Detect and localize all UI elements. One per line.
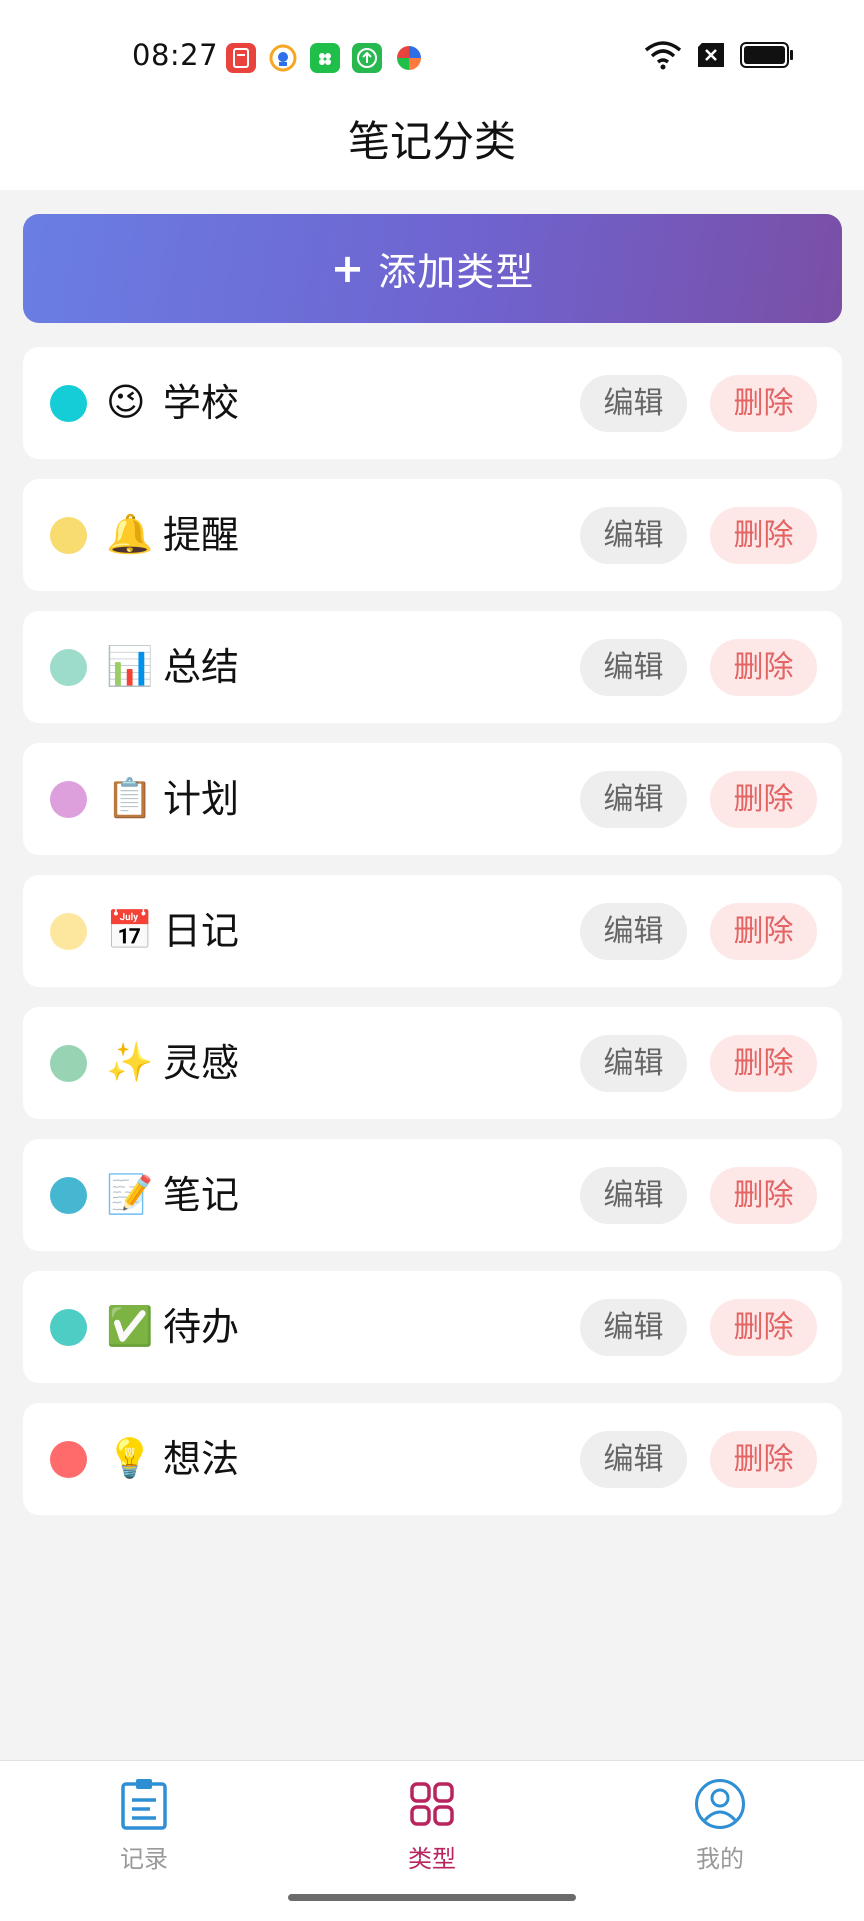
category-emoji-icon: 💡 [106,1436,154,1480]
delete-button[interactable]: 删除 [710,1431,817,1488]
category-name: 灵感 [163,1041,240,1085]
category-color-dot [50,385,87,422]
clipboard-icon [121,1779,167,1830]
category-color-dot [50,781,87,818]
delete-button[interactable]: 删除 [710,507,817,564]
battery-icon [740,42,793,68]
category-card: 💡 想法 编辑 删除 [23,1403,842,1515]
category-emoji-icon: 🔔 [106,512,154,556]
tab-records[interactable]: 记录 [44,1761,244,1901]
category-name: 学校 [163,381,240,425]
delete-button[interactable]: 删除 [710,1035,817,1092]
red-app-icon [226,43,256,73]
category-emoji-icon: ✨ [106,1040,154,1084]
category-emoji-icon: ✅ [106,1304,154,1348]
status-bar: 08:27 [0,0,864,115]
category-card: 📋 计划 编辑 删除 [23,743,842,855]
green-upload-app-icon [352,43,382,73]
category-emoji-icon: 😉 [106,380,146,424]
status-icons [644,40,794,70]
category-emoji-icon: 📋 [106,776,154,820]
category-name: 总结 [163,645,240,689]
edit-button[interactable]: 编辑 [580,1299,687,1356]
category-name: 计划 [163,777,240,821]
grid-icon [410,1782,454,1826]
category-card: ✅ 待办 编辑 删除 [23,1271,842,1383]
category-card: 🔔 提醒 编辑 删除 [23,479,842,591]
category-card: 😉 学校 编辑 删除 [23,347,842,459]
category-name: 待办 [163,1305,240,1349]
category-color-dot [50,1309,87,1346]
category-color-dot [50,517,87,554]
category-color-dot [50,649,87,686]
edit-button[interactable]: 编辑 [580,1035,687,1092]
delete-button[interactable]: 删除 [710,903,817,960]
sim-x-icon [698,43,724,67]
edit-button[interactable]: 编辑 [580,1167,687,1224]
green-shop-app-icon [310,43,340,73]
page-title: 笔记分类 [347,117,516,166]
plus-icon: + [330,245,365,292]
add-type-button[interactable]: + 添加类型 [23,214,842,323]
colorful-pinwheel-icon [394,43,424,73]
category-card: 📝 笔记 编辑 删除 [23,1139,842,1251]
category-list: 😉 学校 编辑 删除 🔔 提醒 编辑 删除 📊 总结 编辑 删除 📋 计划 编辑 删除 📅 日记 编辑 删除 ✨ 灵感 编辑… [23,347,842,1535]
home-indicator [288,1894,576,1901]
add-type-label: 添加类型 [378,250,535,294]
category-name: 想法 [163,1437,240,1481]
category-color-dot [50,913,87,950]
category-name: 笔记 [163,1173,240,1217]
category-emoji-icon: 📝 [106,1172,154,1216]
category-emoji-icon: 📅 [106,908,154,952]
category-color-dot [50,1177,87,1214]
category-name: 日记 [163,909,240,953]
edit-button[interactable]: 编辑 [580,507,687,564]
user-icon [695,1779,745,1829]
edit-button[interactable]: 编辑 [580,375,687,432]
delete-button[interactable]: 删除 [710,1167,817,1224]
delete-button[interactable]: 删除 [710,1299,817,1356]
category-card: ✨ 灵感 编辑 删除 [23,1007,842,1119]
tab-records-label: 记录 [120,1845,168,1873]
tab-types-label: 类型 [408,1845,456,1873]
tab-mine[interactable]: 我的 [620,1761,820,1901]
edit-button[interactable]: 编辑 [580,639,687,696]
status-time: 08:27 [132,38,219,72]
edit-button[interactable]: 编辑 [580,1431,687,1488]
delete-button[interactable]: 删除 [710,375,817,432]
tab-mine-label: 我的 [696,1845,744,1873]
category-color-dot [50,1441,87,1478]
delete-button[interactable]: 删除 [710,771,817,828]
category-card: 📊 总结 编辑 删除 [23,611,842,723]
edit-button[interactable]: 编辑 [580,771,687,828]
delete-button[interactable]: 删除 [710,639,817,696]
category-color-dot [50,1045,87,1082]
category-card: 📅 日记 编辑 删除 [23,875,842,987]
category-name: 提醒 [163,513,240,557]
tab-types[interactable]: 类型 [332,1761,532,1901]
category-emoji-icon: 📊 [106,644,154,688]
edit-button[interactable]: 编辑 [580,903,687,960]
blue-circle-app-icon [268,43,298,73]
wifi-icon [644,41,682,70]
